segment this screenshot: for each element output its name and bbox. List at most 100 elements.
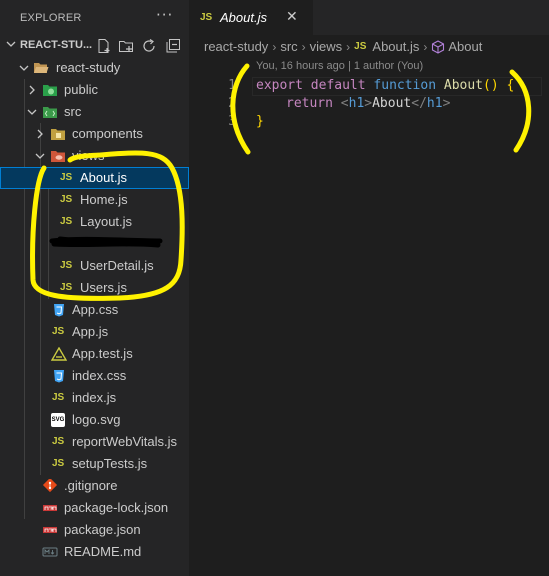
tree-file-package-lock-json[interactable]: package-lock.json: [0, 497, 189, 519]
tree-item-label: UserDetail.js: [80, 258, 154, 273]
chevron-down-icon: [27, 109, 37, 115]
folder-components-icon: [51, 129, 65, 140]
javascript-file-icon: JS: [60, 282, 73, 293]
folder-public-icon: [43, 85, 57, 96]
css-file-icon: [54, 304, 64, 317]
tag-bracket: >: [442, 96, 451, 111]
tree-item-label: setupTests.js: [72, 456, 148, 471]
breadcrumb-item[interactable]: src: [280, 39, 297, 54]
open-brace: {: [506, 78, 515, 93]
close-brace: }: [256, 114, 264, 129]
tree-file-layout-js[interactable]: JS Layout.js: [0, 211, 189, 233]
tree-item-label: components: [72, 126, 143, 141]
close-icon[interactable]: ✕: [286, 9, 298, 25]
javascript-file-icon: JS: [60, 216, 73, 227]
keyword-export: export: [256, 78, 303, 93]
tree-file-redacted[interactable]: [0, 233, 189, 255]
javascript-file-icon: JS: [52, 436, 65, 447]
tab-label: About.js: [220, 10, 267, 25]
keyword-return: return: [286, 96, 333, 111]
tree-file-app-test-js[interactable]: App.test.js: [0, 343, 189, 365]
codelens-blame[interactable]: You, 16 hours ago | 1 author (You): [256, 60, 423, 72]
tree-item-label: index.css: [72, 368, 127, 383]
tree-file-about-js[interactable]: JS About.js: [0, 167, 189, 189]
tag-name: h1: [348, 96, 365, 111]
tree-item-label: reportWebVitals.js: [72, 434, 178, 449]
tree-item-label: About.js: [80, 170, 127, 185]
new-file-icon[interactable]: [96, 38, 112, 54]
javascript-file-icon: JS: [200, 12, 213, 23]
tree-file-index-js[interactable]: JS index.js: [0, 387, 189, 409]
chevron-right-icon: [29, 85, 35, 95]
refresh-icon[interactable]: [141, 38, 157, 54]
tree-item-label: src: [64, 104, 82, 119]
javascript-file-icon: JS: [52, 326, 65, 337]
tag-bracket: >: [364, 96, 373, 111]
test-file-icon: [51, 347, 67, 361]
more-actions-icon[interactable]: ···: [156, 6, 173, 24]
tree-file-logo-svg[interactable]: SVG logo.svg: [0, 409, 189, 431]
breadcrumb-item[interactable]: views: [310, 39, 343, 54]
tree-file-users-js[interactable]: JS Users.js: [0, 277, 189, 299]
breadcrumb-item[interactable]: react-study: [204, 39, 268, 54]
javascript-file-icon: JS: [60, 194, 73, 205]
tree-file-reportwebvitals-js[interactable]: JS reportWebVitals.js: [0, 431, 189, 453]
javascript-file-icon: JS: [52, 392, 65, 403]
line-number: 2: [228, 96, 236, 111]
tag-name: h1: [426, 96, 443, 111]
tree-item-label: Users.js: [80, 280, 127, 295]
chevron-right-icon: ›: [346, 39, 351, 54]
tree-folder-public[interactable]: public: [0, 79, 189, 101]
tree-folder-react-study[interactable]: react-study: [0, 57, 189, 79]
tree-item-label: App.test.js: [72, 346, 133, 361]
explorer-header: EXPLORER ···: [0, 0, 189, 35]
line-number: 3: [228, 114, 236, 129]
code-line-1[interactable]: export default function About() {: [256, 78, 514, 96]
tree-folder-src[interactable]: src: [0, 101, 189, 123]
tree-item-label: Layout.js: [80, 214, 133, 229]
breadcrumb-item[interactable]: About.js: [372, 39, 419, 54]
chevron-down-icon: [19, 65, 29, 71]
javascript-file-icon: JS: [60, 260, 73, 271]
tree-item-label: App.js: [72, 324, 109, 339]
tree-item-label: Home.js: [80, 192, 128, 207]
folder-src-icon: [43, 107, 57, 118]
breadcrumb-item[interactable]: About: [448, 39, 482, 54]
tab-about-js[interactable]: JS About.js ✕: [189, 0, 313, 35]
tree-file-index-css[interactable]: index.css: [0, 365, 189, 387]
code-line-2[interactable]: return <h1>About</h1>: [286, 96, 450, 114]
tree-folder-views[interactable]: views: [0, 145, 189, 167]
markdown-file-icon: [42, 547, 58, 557]
code-line-3[interactable]: }: [256, 114, 264, 132]
tree-file-home-js[interactable]: JS Home.js: [0, 189, 189, 211]
npm-file-icon: [43, 527, 57, 533]
svg-file-icon: SVG: [51, 413, 65, 427]
workspace-title: REACT-STU...: [20, 39, 93, 51]
tree-folder-components[interactable]: components: [0, 123, 189, 145]
tree-file-setuptests-js[interactable]: JS setupTests.js: [0, 453, 189, 475]
npm-file-icon: [43, 505, 57, 511]
new-folder-icon[interactable]: [118, 38, 134, 54]
tree-item-label: views: [72, 148, 105, 163]
tree-file-app-js[interactable]: JS App.js: [0, 321, 189, 343]
collapse-all-icon[interactable]: [165, 38, 181, 54]
chevron-down-icon[interactable]: [5, 38, 17, 50]
function-name: About: [443, 78, 484, 93]
explorer-title: EXPLORER: [20, 12, 82, 24]
javascript-file-icon: JS: [354, 40, 367, 52]
tree-item-label: .gitignore: [64, 478, 118, 493]
tree-item-label: react-study: [56, 60, 121, 75]
tree-file-package-json[interactable]: package.json: [0, 519, 189, 541]
workspace-section-header[interactable]: REACT-STU...: [0, 35, 189, 57]
keyword-function: function: [373, 78, 437, 93]
line-number: 1: [228, 78, 236, 93]
editor-tab-bar: JS About.js ✕: [189, 0, 549, 35]
tree-file-userdetail-js[interactable]: JS UserDetail.js: [0, 255, 189, 277]
breadcrumb: react-study › src › views › JS About.js › About: [204, 38, 482, 56]
tree-item-label: README.md: [64, 544, 142, 559]
tree-item-label: package.json: [64, 522, 141, 537]
tree-file-readme-md[interactable]: README.md: [0, 541, 189, 563]
chevron-right-icon: [37, 129, 43, 139]
tree-file-gitignore[interactable]: .gitignore: [0, 475, 189, 497]
tree-file-app-css[interactable]: App.css: [0, 299, 189, 321]
